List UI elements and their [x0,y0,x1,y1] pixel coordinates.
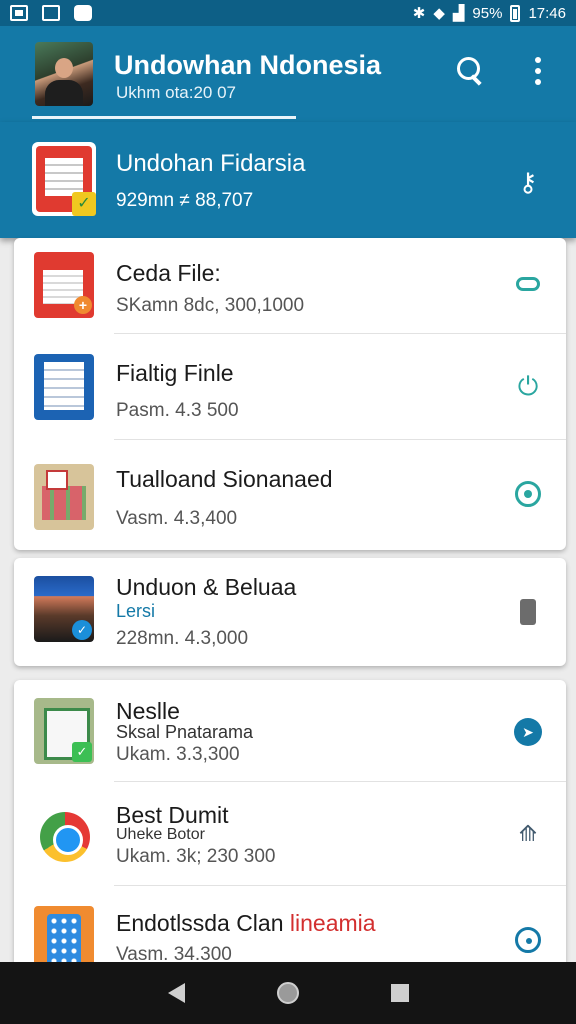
item-name: Best Dumit [116,802,229,828]
search-icon[interactable] [452,53,488,89]
document-blue-icon [34,354,94,420]
list-item[interactable]: Best Dumit Uheke Botor Ukam. 3k; 230 300… [14,782,566,886]
item-meta: Ukam. 3.3,300 [116,744,240,765]
item-name: Fialtig Finle [116,360,234,386]
item-label: Sksal Pnatarama [116,722,254,742]
item-name-accent: lineamia [289,910,376,936]
status-bar: ✱ ◆ ▟ 95% 17:46 [0,0,576,26]
signal-icon: ▟ [452,4,465,22]
item-name: Tualloand Sionanaed [116,466,333,492]
list-item[interactable]: Endotlssda Clan lineamia Vasm. 34.300 [14,886,566,972]
battery-icon[interactable] [512,596,544,628]
back-icon[interactable] [167,983,185,1003]
item-meta: Pasm. 4.3 500 [116,400,239,421]
item-name: Endotlssda Clan lineamia [116,910,376,937]
list-item[interactable]: Ceda File: SKamn 8dc, 300,1000 [14,238,566,334]
selected-item-meta: 929mn ≠ 88,707 [116,190,254,211]
navigation-icon[interactable]: ⟰ [512,818,544,850]
chat-icon[interactable] [512,478,544,510]
list-item[interactable]: Tualloand Sionanaed Vasm. 4.3,400 [14,440,566,550]
selected-item-title: Undohan Fidarsia [116,150,306,177]
app-title: Undowhan Ndonesia [114,50,382,80]
file-card-3: Neslle Sksal Pnatarama Ukam. 3.3,300 ➤ B… [14,680,566,972]
more-vert-icon[interactable] [528,54,548,88]
item-name-text: Endotlssda Clan [116,910,284,936]
send-icon[interactable]: ➤ [512,716,544,748]
clock-icon[interactable] [512,924,544,956]
list-item[interactable]: Unduon & Beluaa Lersi 228mn. 4.3,000 [14,558,566,666]
recents-icon[interactable] [390,984,409,1002]
wifi-icon: ◆ [433,4,445,22]
app-bar: Undowhan Ndonesia Ukhm ota:20 07 [0,26,576,122]
file-card-2: Unduon & Beluaa Lersi 228mn. 4.3,000 [14,558,566,666]
item-meta: SKamn 8dc, 300,1000 [116,295,305,316]
clock-time: 17:46 [528,4,566,22]
item-label: Uheke Botor [116,826,205,843]
battery-percent: 95% [472,4,503,22]
app-subtitle: Ukhm ota:20 07 [116,83,237,102]
navigation-bar [0,962,576,1024]
file-card-1: Ceda File: SKamn 8dc, 300,1000 Fialtig F… [14,238,566,550]
item-name: Unduon & Beluaa [116,574,297,600]
item-meta: Ukam. 3k; 230 300 [116,846,276,867]
avatar[interactable] [35,42,93,106]
image-icon [42,5,60,21]
document-red-icon [32,142,96,216]
chrome-icon [34,802,94,868]
item-meta: Vasm. 4.3,400 [116,508,238,529]
tab-indicator [32,116,296,119]
calendar-icon [34,464,94,530]
list-item[interactable]: Neslle Sksal Pnatarama Ukam. 3.3,300 ➤ [14,680,566,782]
document-green-icon [34,698,94,764]
item-label: Lersi [116,601,156,621]
item-meta: 228mn. 4.3,000 [116,628,249,649]
home-icon[interactable] [276,982,299,1004]
photo-thumbnail-icon [34,576,94,642]
app-notification-icon [74,5,92,21]
selected-list-item[interactable]: Undohan Fidarsia 929mn ≠ 88,707 ⚷ [0,122,576,238]
bluetooth-icon: ✱ [412,4,426,22]
key-icon[interactable]: ⚷ [510,164,546,200]
power-icon[interactable]: ⏻ [512,370,544,402]
battery-icon [510,4,521,22]
sync-icon[interactable] [512,268,544,300]
item-name: Ceda File: [116,260,221,286]
list-item[interactable]: Fialtig Finle Pasm. 4.3 500 ⏻ [14,334,566,440]
document-red-icon [34,252,94,318]
item-name: Neslle [116,698,180,724]
screenshot-icon [10,5,28,21]
